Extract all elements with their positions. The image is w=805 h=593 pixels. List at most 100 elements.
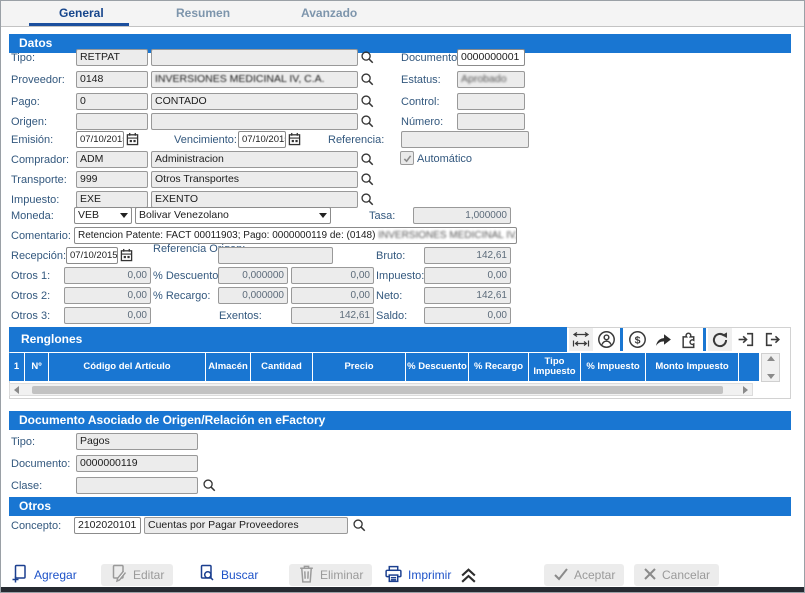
tipo-name-field <box>151 49 358 66</box>
tipo-label: Tipo: <box>11 52 35 64</box>
column-header-pct-descuento: % Descuento <box>406 353 469 381</box>
eliminar-button[interactable]: Eliminar <box>289 564 372 586</box>
scroll-left-icon[interactable] <box>14 386 19 394</box>
impuesto-search-icon[interactable] <box>360 192 375 207</box>
concepto-search-icon[interactable] <box>352 518 367 533</box>
toolbar-separator <box>620 328 623 351</box>
emision-calendar-icon[interactable] <box>126 132 139 146</box>
refresh-icon[interactable] <box>708 328 732 351</box>
scroll-down-icon[interactable] <box>767 374 775 379</box>
forward-icon[interactable] <box>651 328 675 351</box>
document-form-window: General Resumen Avanzado Datos Tipo: RET… <box>0 0 805 593</box>
impuesto-code-field: EXE <box>76 191 148 208</box>
impuesto-name-field: EXENTO <box>151 191 358 208</box>
proveedor-code-field: 0148 <box>76 71 148 88</box>
contact-icon[interactable] <box>594 328 618 351</box>
tab-general[interactable]: General <box>59 6 104 20</box>
referencia-field <box>401 131 529 148</box>
imprimir-button[interactable]: Imprimir <box>384 564 451 586</box>
trash-icon <box>298 564 315 586</box>
proveedor-search-icon[interactable] <box>360 72 375 87</box>
column-header-numero: Nº <box>25 353 49 381</box>
documento-label: Documento: <box>401 52 460 64</box>
scrollbar-thumb[interactable] <box>32 386 723 394</box>
comentario-field[interactable]: Retencion Patente: FACT 00011903; Pago: … <box>74 227 517 244</box>
transporte-label: Transporte: <box>11 174 67 186</box>
recepcion-calendar-icon[interactable] <box>120 248 133 262</box>
renglones-header-row: 1 Nº Código del Artículo Almacén Cantida… <box>9 353 759 381</box>
pago-search-icon[interactable] <box>360 94 375 109</box>
exentos-label: Exentos: <box>219 310 262 322</box>
scroll-right-icon[interactable] <box>743 386 748 394</box>
tab-bar: General Resumen Avanzado <box>1 1 804 27</box>
automatico-label: Automático <box>417 153 472 165</box>
doc-clase-field <box>76 477 198 494</box>
bruto-label: Bruto: <box>376 250 405 262</box>
doc-documento-label: Documento: <box>11 458 70 470</box>
grid-horizontal-scrollbar[interactable] <box>9 383 753 396</box>
check-icon <box>553 567 569 584</box>
control-label: Control: <box>401 96 440 108</box>
pct-recargo-label: % Recargo: <box>153 290 210 302</box>
doc-documento-field: 0000000119 <box>76 455 198 472</box>
tab-avanzado[interactable]: Avanzado <box>301 6 357 20</box>
documento-field[interactable]: 0000000001 <box>457 49 525 66</box>
add-document-icon <box>11 564 29 586</box>
section-header-renglones: Renglones <box>9 327 567 352</box>
doc-tipo-label: Tipo: <box>11 436 35 448</box>
emision-label: Emisión: <box>11 134 53 146</box>
transporte-search-icon[interactable] <box>360 172 375 187</box>
otros3-field: 0,00 <box>64 307 151 324</box>
estatus-label: Estatus: <box>401 74 441 86</box>
recepcion-date-field[interactable]: 07/10/2015 <box>66 247 118 264</box>
printer-icon <box>384 565 403 586</box>
doc-clase-label: Clase: <box>11 480 42 492</box>
otros1-label: Otros 1: <box>11 270 50 282</box>
column-header-pct-recargo: % Recargo <box>469 353 529 381</box>
vencimiento-calendar-icon[interactable] <box>288 132 301 146</box>
concepto-code-field[interactable]: 2102020101 <box>74 517 141 534</box>
impuesto-label: Impuesto: <box>11 194 59 206</box>
comprador-code-field: ADM <box>76 151 148 168</box>
emision-date-field[interactable]: 07/10/2015 <box>76 131 124 148</box>
referencia-origen-label: Referencia Origen: <box>153 244 211 255</box>
tab-resumen[interactable]: Resumen <box>176 6 230 20</box>
impuesto-total-field: 0,00 <box>424 267 511 284</box>
pct-recargo-field: 0,000000 <box>218 287 288 304</box>
scroll-up-icon[interactable] <box>767 356 775 361</box>
vencimiento-date-field[interactable]: 07/10/2015 <box>238 131 286 148</box>
estatus-field: Aprobado <box>457 71 525 88</box>
editar-button[interactable]: Editar <box>101 564 173 586</box>
agregar-button[interactable]: Agregar <box>11 564 77 586</box>
currency-icon[interactable]: $ <box>625 328 649 351</box>
moneda-name-select[interactable]: Bolivar Venezolano <box>135 207 331 224</box>
chevron-down-icon <box>120 213 128 218</box>
aceptar-button[interactable]: Aceptar <box>544 564 624 586</box>
buscar-button[interactable]: Buscar <box>198 564 258 586</box>
origen-label: Origen: <box>11 116 47 128</box>
impuesto-total-label: Impuesto: <box>376 270 424 282</box>
pago-label: Pago: <box>11 96 40 108</box>
pct-descuento-field: 0,000000 <box>218 267 288 284</box>
automatico-checkbox[interactable] <box>400 151 414 165</box>
moneda-code-select[interactable]: VEB <box>74 207 132 224</box>
export-icon[interactable] <box>761 328 785 351</box>
doc-clase-search-icon[interactable] <box>202 478 217 493</box>
import-icon[interactable] <box>734 328 758 351</box>
column-header-codigo-articulo: Código del Artículo <box>49 353 206 381</box>
neto-label: Neto: <box>376 290 402 302</box>
concepto-label: Concepto: <box>11 520 61 532</box>
column-header-pct-impuesto: % Impuesto <box>581 353 646 381</box>
grid-vertical-scrollbar[interactable] <box>761 353 780 382</box>
cancelar-button[interactable]: Cancelar <box>634 564 719 586</box>
otros2-field: 0,00 <box>64 287 151 304</box>
origen-name-field <box>151 113 358 130</box>
chevron-down-icon <box>319 213 327 218</box>
tasa-label: Tasa: <box>369 210 395 222</box>
resize-columns-icon[interactable] <box>569 328 593 351</box>
collapse-toolbar-icon[interactable] <box>459 567 478 584</box>
origen-search-icon[interactable] <box>360 114 375 129</box>
plugin-icon[interactable] <box>677 328 701 351</box>
comprador-search-icon[interactable] <box>360 152 375 167</box>
tipo-search-icon[interactable] <box>360 50 375 65</box>
